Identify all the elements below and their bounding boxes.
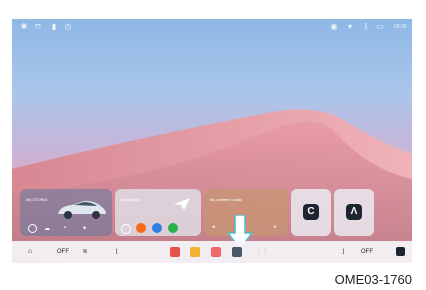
vehicle-card-title: My STORIA	[26, 197, 48, 202]
navigation-card-title: Navigation	[121, 197, 140, 202]
navigation-card[interactable]: Navigation	[115, 189, 201, 236]
door-icon[interactable]: ▪	[64, 225, 66, 231]
signal-icon: ▭	[376, 22, 384, 31]
bluetooth-icon: ᛒ	[363, 22, 369, 31]
right-temperature[interactable]: OFF	[358, 246, 376, 258]
bottom-dock: ⌂ OFF ≋ ⌊ ⋮⋮ ⌋ OFF	[12, 241, 412, 263]
paper-plane-icon	[174, 198, 190, 210]
right-seat-icon[interactable]: ⌋	[338, 246, 348, 258]
location-icon: ◉	[330, 22, 338, 31]
app-a-icon: Λ	[346, 204, 362, 220]
left-temperature[interactable]: OFF	[54, 246, 72, 258]
battery-icon: ▮	[51, 22, 57, 31]
app-library-icon[interactable]	[232, 247, 242, 257]
clock-icon: ◷	[64, 22, 72, 31]
seat-icon[interactable]: ⌊	[112, 246, 122, 258]
music-app-icon[interactable]	[190, 247, 200, 257]
more-apps-icon[interactable]: ⋮⋮	[256, 246, 268, 258]
home-destination-icon[interactable]	[136, 223, 146, 233]
status-time: 09:36	[394, 24, 407, 30]
power-icon[interactable]	[28, 224, 37, 233]
app-c-icon: C	[303, 204, 319, 220]
previous-track-icon[interactable]: ◂	[212, 224, 215, 230]
car-status-icon[interactable]: ☁	[44, 225, 50, 232]
status-bar: ✱ ⊓ ▮ ◷ ◉ ▾ ᛒ ▭ 09:36	[12, 19, 412, 37]
work-destination-icon[interactable]	[152, 223, 162, 233]
phone-signal-icon: ⊓	[34, 22, 42, 31]
favorite-destination-icon[interactable]	[168, 223, 178, 233]
app-shortcut-1[interactable]: C	[291, 189, 331, 236]
app-shortcut-2[interactable]: Λ	[334, 189, 374, 236]
gallery-app-icon[interactable]	[211, 247, 221, 257]
media-card-title: No content to play	[210, 197, 243, 202]
home-icon[interactable]: ⌂	[24, 246, 36, 258]
infotainment-screen: ✱ ⊓ ▮ ◷ ◉ ▾ ᛒ ▭ 09:36 My STORIA ☁ ▪ ✦ Na…	[12, 19, 412, 263]
power-app-icon[interactable]	[396, 247, 405, 256]
vehicle-card[interactable]: My STORIA ☁ ▪ ✦	[20, 189, 112, 236]
wifi-icon: ▾	[347, 22, 352, 31]
figure-caption: OME03-1760	[334, 272, 412, 287]
fan-icon[interactable]: ✦	[82, 225, 87, 232]
settings-icon[interactable]: ✱	[20, 23, 28, 31]
seat-heat-icon[interactable]: ≋	[80, 246, 90, 258]
nav-shortcut-icon[interactable]	[121, 224, 131, 234]
video-app-icon[interactable]	[170, 247, 180, 257]
car-image	[58, 200, 106, 219]
next-track-icon[interactable]: ▸	[274, 224, 277, 230]
